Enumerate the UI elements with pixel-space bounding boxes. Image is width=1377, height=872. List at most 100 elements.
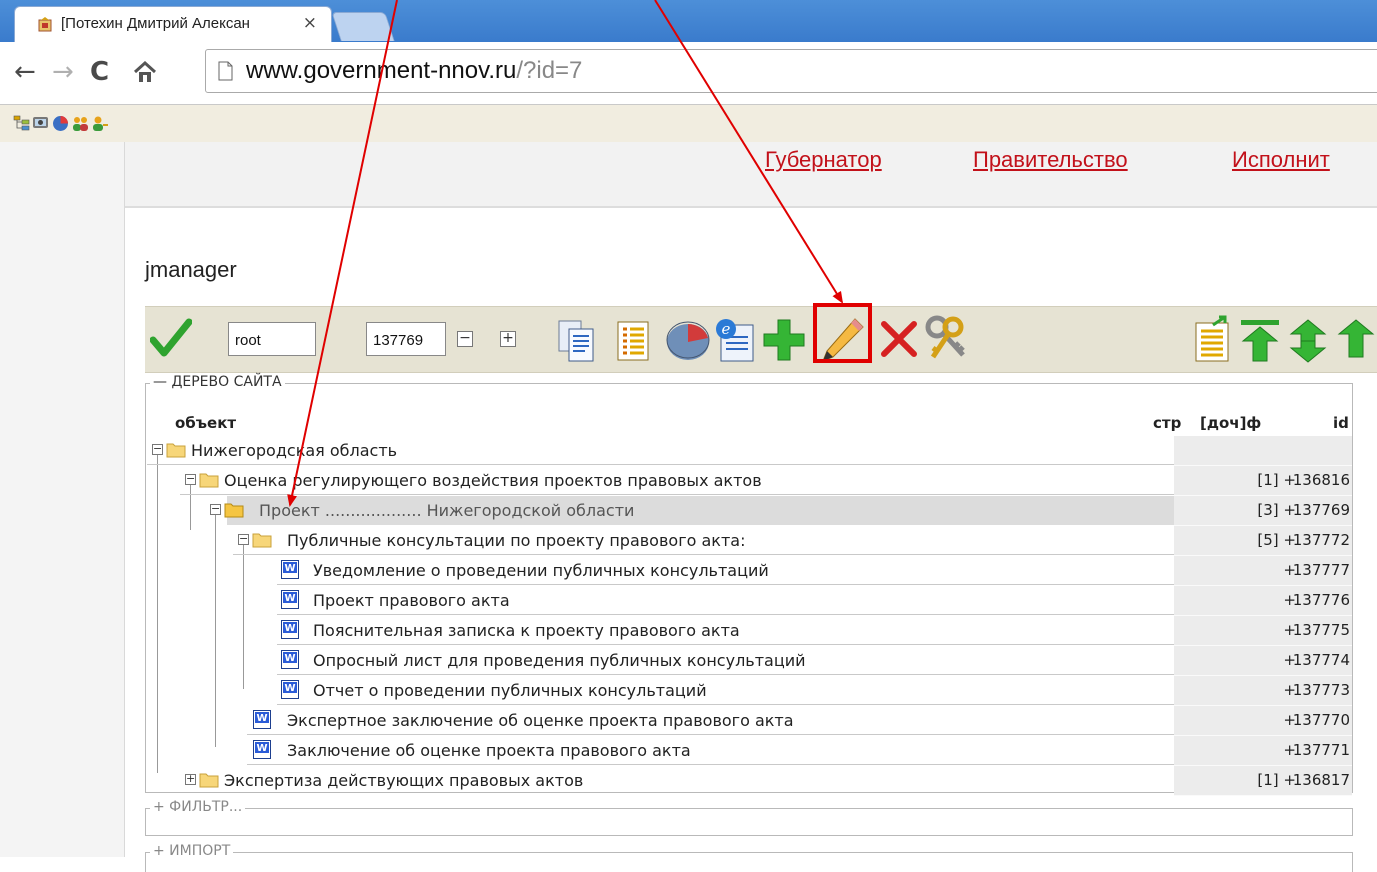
row-info <box>1174 436 1352 466</box>
expand-toggle[interactable]: + <box>185 773 196 785</box>
word-document-icon: W <box>253 740 271 759</box>
browser-tab[interactable]: [Потехин Дмитрий Алексан × <box>14 6 332 42</box>
tree-row-label[interactable]: Опросный лист для проведения публичных к… <box>313 651 806 670</box>
row-info: +137770 <box>1174 706 1352 736</box>
collapse-toggle[interactable]: − <box>185 473 196 485</box>
reload-icon[interactable]: C <box>90 59 109 85</box>
row-divider <box>277 644 1174 645</box>
tree-row[interactable]: W Опросный лист для проведения публичных… <box>147 646 1352 676</box>
tree-row[interactable]: W Отчет о проведении публичных консульта… <box>147 676 1352 706</box>
back-icon[interactable]: ← <box>14 59 36 85</box>
tree-row-label[interactable]: Нижегородская область <box>191 441 397 460</box>
folder-open-icon <box>224 503 244 518</box>
row-info: +137777 <box>1174 556 1352 586</box>
table-import-icon[interactable] <box>1193 315 1233 363</box>
increment-button[interactable]: + <box>500 331 516 347</box>
tree-row-label[interactable]: Экспертиза действующих правовых актов <box>224 771 583 790</box>
root-input[interactable]: root <box>228 322 316 356</box>
apply-check-icon[interactable] <box>150 318 192 358</box>
add-plus-icon[interactable] <box>761 317 807 363</box>
row-id: 136817 <box>1292 771 1350 789</box>
edit-button-highlight <box>813 303 872 363</box>
government-emblem-icon <box>38 17 52 32</box>
pie-chart-icon[interactable] <box>665 318 711 362</box>
tree-row-label[interactable]: Проект правового акта <box>313 591 510 610</box>
filter-legend[interactable]: + ФИЛЬТР... <box>150 799 246 815</box>
tree-row-label[interactable]: Публичные консультации по проекту правов… <box>287 531 745 550</box>
nav-link-government[interactable]: Правительство <box>973 147 1128 173</box>
users-icon[interactable] <box>72 115 89 132</box>
row-divider <box>180 494 1174 495</box>
folder-icon <box>166 443 186 458</box>
tree-row[interactable]: − Публичные консультации по проекту прав… <box>147 526 1352 556</box>
tree-row[interactable]: W Проект правового акта +137776 <box>147 586 1352 616</box>
delete-x-icon[interactable] <box>879 319 919 359</box>
tree-row-label[interactable]: Уведомление о проведении публичных консу… <box>313 561 769 580</box>
tree-row-label[interactable]: Оценка регулирующего воздействия проекто… <box>224 471 762 490</box>
monitor-icon[interactable] <box>32 115 49 132</box>
row-divider <box>277 614 1174 615</box>
user-key-icon[interactable] <box>92 115 109 132</box>
collapse-toggle[interactable]: − <box>238 533 249 545</box>
row-info: +137771 <box>1174 736 1352 766</box>
page-icon <box>218 61 233 81</box>
browser-titlebar: [Потехин Дмитрий Алексан × <box>0 0 1377 42</box>
word-document-icon: W <box>281 650 299 669</box>
row-info: [3] + 137769 <box>1174 496 1352 526</box>
row-id: 137775 <box>1292 621 1350 639</box>
tree-row-label[interactable]: Экспертное заключение об оценке проекта … <box>287 711 794 730</box>
svg-text:W: W <box>284 683 295 694</box>
column-id: id <box>1333 414 1349 432</box>
new-tab-button[interactable] <box>331 12 395 41</box>
tree-row[interactable]: W Заключение об оценке проекта правового… <box>147 736 1352 766</box>
nav-link-governor[interactable]: Губернатор <box>765 147 882 173</box>
structure-icon[interactable] <box>13 115 30 132</box>
home-icon[interactable] <box>133 61 157 83</box>
tree-row[interactable]: W Уведомление о проведении публичных кон… <box>147 556 1352 586</box>
site-tree-legend[interactable]: — ДЕРЕВО САЙТА <box>150 374 285 390</box>
ie-document-icon[interactable]: e <box>713 317 757 363</box>
tree-row[interactable]: − Оценка регулирующего воздействия проек… <box>147 466 1352 496</box>
row-info: +137773 <box>1174 676 1352 706</box>
tree-row[interactable]: + Экспертиза действующих правовых актов … <box>147 766 1352 796</box>
tree-row-selected[interactable]: − Проект ................... Нижегородск… <box>147 496 1352 526</box>
row-info: +137775 <box>1174 616 1352 646</box>
row-docs: [1] + <box>1257 471 1296 489</box>
row-info: +137774 <box>1174 646 1352 676</box>
move-top-icon[interactable] <box>1335 317 1377 365</box>
svg-text:W: W <box>284 623 295 634</box>
forward-icon[interactable]: → <box>52 59 74 85</box>
document-list-icon[interactable] <box>615 319 651 363</box>
id-input[interactable]: 137769 <box>366 322 446 356</box>
row-divider <box>247 734 1174 735</box>
chart-icon[interactable] <box>52 115 69 132</box>
tree-row[interactable]: − Нижегородская область <box>147 436 1352 466</box>
tree-row[interactable]: W Экспертное заключение об оценке проект… <box>147 706 1352 736</box>
tree-row-label[interactable]: Проект ................... Нижегородской… <box>259 501 634 520</box>
tree-row-label[interactable]: Отчет о проведении публичных консультаци… <box>313 681 707 700</box>
document-view-icon[interactable] <box>557 319 597 363</box>
row-info: +137776 <box>1174 586 1352 616</box>
tab-close-button[interactable]: × <box>303 13 317 33</box>
row-id: 137774 <box>1292 651 1350 669</box>
move-up-down-icon[interactable] <box>1285 317 1331 365</box>
keys-icon[interactable] <box>923 315 971 363</box>
page-left-gutter <box>0 142 125 857</box>
move-bottom-icon[interactable] <box>1237 317 1283 365</box>
address-bar[interactable]: www.government-nnov.ru/?id=7 <box>205 49 1377 93</box>
tree-row[interactable]: W Пояснительная записка к проекту правов… <box>147 616 1352 646</box>
row-id: 137776 <box>1292 591 1350 609</box>
svg-text:W: W <box>256 713 267 724</box>
tree-row-label[interactable]: Заключение об оценке проекта правового а… <box>287 741 691 760</box>
word-document-icon: W <box>281 680 299 699</box>
collapse-toggle[interactable]: − <box>210 503 221 515</box>
decrement-button[interactable]: − <box>457 331 473 347</box>
svg-text:W: W <box>284 653 295 664</box>
word-document-icon: W <box>281 590 299 609</box>
row-id: 137771 <box>1292 741 1350 759</box>
filter-panel: + ФИЛЬТР... <box>145 799 1353 836</box>
collapse-toggle[interactable]: − <box>152 443 163 455</box>
site-top-navigation: Губернатор Правительство Исполнит <box>125 142 1377 208</box>
tree-row-label[interactable]: Пояснительная записка к проекту правовог… <box>313 621 740 640</box>
nav-link-executive[interactable]: Исполнит <box>1232 147 1330 173</box>
